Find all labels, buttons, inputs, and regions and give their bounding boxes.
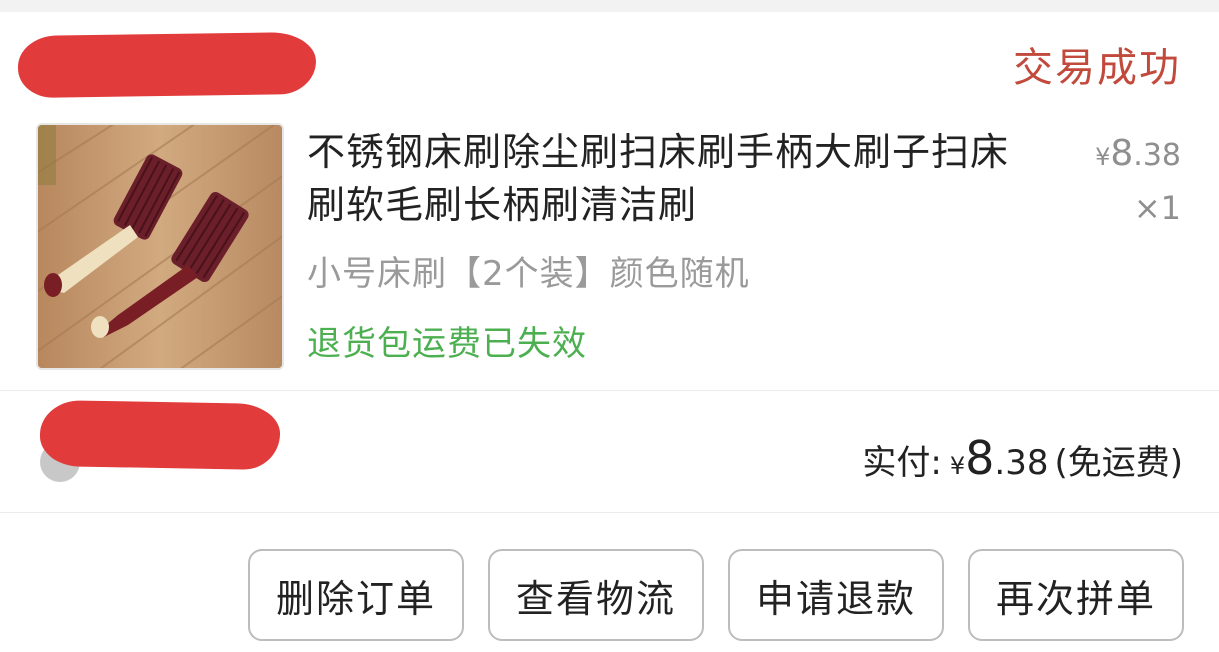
- paid-label: 实付:: [862, 443, 942, 483]
- store-name-redaction: [17, 31, 317, 99]
- reorder-button[interactable]: 再次拼单: [968, 549, 1184, 641]
- divider: [0, 390, 1219, 391]
- order-status: 交易成功: [1013, 45, 1181, 91]
- quantity: ×1: [1133, 189, 1181, 227]
- delete-order-button[interactable]: 删除订单: [248, 549, 464, 641]
- request-refund-button[interactable]: 申请退款: [728, 549, 944, 641]
- paid-amount-integer: 8: [965, 431, 995, 485]
- unit-price-integer: 8: [1110, 133, 1134, 174]
- sku-spec: 小号床刷【2个装】颜色随机: [307, 254, 750, 294]
- shipping-note: (免运费): [1054, 443, 1183, 483]
- footer-redaction: [39, 399, 281, 471]
- order-card[interactable]: 交易成功 不锈钢床刷除尘刷扫床刷手柄大刷子扫床刷软毛刷长柄刷清洁刷 ¥8.38 …: [0, 12, 1219, 652]
- product-title[interactable]: 不锈钢床刷除尘刷扫床刷手柄大刷子扫床刷软毛刷长柄刷清洁刷: [307, 126, 1037, 232]
- top-band: [0, 0, 1219, 12]
- unit-price: ¥8.38: [1095, 132, 1181, 179]
- bed-brush-photo-icon: [38, 125, 282, 368]
- paid-total: 实付: ¥8.38 (免运费): [862, 428, 1183, 499]
- product-image[interactable]: [36, 123, 284, 370]
- divider: [0, 512, 1219, 513]
- unit-price-currency: ¥: [1095, 143, 1111, 171]
- view-logistics-button[interactable]: 查看物流: [488, 549, 704, 641]
- paid-amount-decimal: .38: [994, 443, 1049, 483]
- unit-price-decimal: .38: [1133, 138, 1181, 173]
- paid-currency: ¥: [949, 452, 966, 480]
- return-shipping-notice: 退货包运费已失效: [307, 324, 587, 364]
